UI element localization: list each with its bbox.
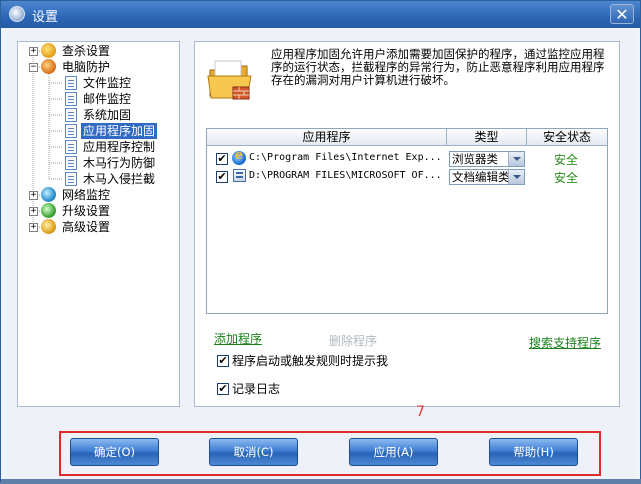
ok-button[interactable]: 确定(O) [70, 438, 159, 466]
internet-explorer-icon [232, 148, 246, 165]
tree-item-file-monitor[interactable]: 文件监控 [18, 75, 178, 91]
app-hardening-panel: 应用程序加固允许用户添加需要加固保护的程序，通过监控应用程序的运行状态，拦截程序… [194, 41, 620, 407]
expand-icon[interactable]: + [29, 47, 38, 56]
app-path: D:\PROGRAM FILES\MICROSOFT OF... [249, 170, 442, 181]
apply-button[interactable]: 应用(A) [349, 438, 438, 466]
type-select-value: 浏览器类 [452, 152, 498, 166]
row-checkbox[interactable]: ✔ [216, 153, 228, 165]
security-status: 安全 [554, 171, 579, 185]
prompt-on-start-label: 程序启动或触发规则时提示我 [232, 354, 389, 368]
prompt-on-start-checkbox[interactable]: ✔ [217, 355, 229, 367]
section-description: 应用程序加固允许用户添加需要加固保护的程序，通过监控应用程序的运行状态，拦截程序… [271, 47, 605, 87]
defense-hand-icon [41, 59, 56, 74]
upgrade-globe-icon [41, 203, 56, 218]
search-supported-programs-link[interactable]: 搜索支持程序 [529, 334, 601, 351]
app-path: C:\Program Files\Internet Exp... [249, 152, 442, 163]
table-row[interactable]: ✔ D:\PROGRAM FILES\MICROSOFT OF... 文档编辑类… [207, 168, 607, 186]
cancel-button[interactable]: 取消(C) [209, 438, 298, 466]
log-checkbox[interactable]: ✔ [217, 383, 229, 395]
document-icon [65, 156, 77, 170]
type-select[interactable]: 文档编辑类 [449, 169, 525, 185]
tree-item-label: 网络监控 [62, 188, 111, 202]
expand-icon[interactable]: + [29, 223, 38, 232]
security-status: 安全 [554, 153, 579, 167]
tree-item-label-selected: 应用程序加固 [81, 123, 158, 139]
tree-item-label: 升级设置 [62, 204, 111, 218]
advanced-gear-icon [41, 219, 56, 234]
tree-item-pc-protection[interactable]: − 电脑防护 [18, 59, 178, 75]
network-globe-icon [41, 187, 56, 202]
folder-shield-icon [207, 60, 252, 100]
expand-icon[interactable]: + [29, 191, 38, 200]
tree-item-scan-settings[interactable]: + 查杀设置 [18, 43, 178, 59]
scan-shield-icon [41, 43, 56, 58]
office-program-icon [233, 169, 246, 182]
column-header-security-status[interactable]: 安全状态 [527, 129, 607, 146]
tree-item-mail-monitor[interactable]: 邮件监控 [18, 91, 178, 107]
type-select[interactable]: 浏览器类 [449, 151, 525, 167]
document-icon [65, 76, 77, 90]
tree-item-advanced-settings[interactable]: + 高级设置 [18, 219, 178, 235]
close-button[interactable]: ✕ [610, 4, 634, 24]
tree-item-system-hardening[interactable]: 系统加固 [18, 107, 178, 123]
annotation-number: 7 [416, 404, 425, 420]
tree-item-app-control[interactable]: 应用程序控制 [18, 139, 178, 155]
tree-item-label: 查杀设置 [62, 44, 111, 58]
tree-item-label: 电脑防护 [62, 60, 111, 74]
tree-item-trojan-behavior[interactable]: 木马行为防御 [18, 155, 178, 171]
tree-item-label: 邮件监控 [83, 92, 132, 106]
column-header-type[interactable]: 类型 [447, 129, 527, 146]
title-bar[interactable]: 设置 ✕ [1, 1, 640, 28]
document-icon [65, 108, 77, 122]
row-checkbox[interactable]: ✔ [216, 171, 228, 183]
tree-item-label: 应用程序控制 [83, 140, 156, 154]
window-title: 设置 [32, 10, 59, 25]
tree-item-upgrade-settings[interactable]: + 升级设置 [18, 203, 178, 219]
app-logo-icon [9, 6, 25, 22]
document-icon [65, 140, 77, 154]
tree-item-label: 文件监控 [83, 76, 132, 90]
tree-item-label: 木马入侵拦截 [83, 172, 156, 186]
tree-item-label: 木马行为防御 [83, 156, 156, 170]
help-button[interactable]: 帮助(H) [489, 438, 578, 466]
window-bottom-edge [1, 479, 641, 484]
settings-window: 设置 ✕ + 查杀设置 − 电脑防护 文件监控 邮件监控 系统加固 应用程序加固… [0, 0, 641, 484]
settings-tree: + 查杀设置 − 电脑防护 文件监控 邮件监控 系统加固 应用程序加固 应用程序… [17, 41, 180, 407]
chevron-down-icon[interactable] [508, 170, 524, 184]
tree-item-label: 系统加固 [83, 108, 132, 122]
document-icon [65, 172, 77, 186]
log-label: 记录日志 [232, 382, 281, 396]
document-icon [65, 92, 77, 106]
collapse-icon[interactable]: − [29, 63, 38, 72]
column-header-application[interactable]: 应用程序 [207, 129, 447, 146]
table-row[interactable]: ✔ C:\Program Files\Internet Exp... 浏览器类 … [207, 148, 607, 168]
document-icon [65, 124, 77, 138]
tree-item-trojan-intrusion[interactable]: 木马入侵拦截 [18, 171, 178, 187]
tree-item-label: 高级设置 [62, 220, 111, 234]
delete-program-link[interactable]: 删除程序 [329, 332, 377, 349]
tree-item-network-monitor[interactable]: + 网络监控 [18, 187, 178, 203]
protected-apps-table: 应用程序 类型 安全状态 ✔ C:\Program Files\Internet… [206, 128, 608, 314]
tree-item-app-hardening[interactable]: 应用程序加固 [18, 123, 178, 139]
type-select-value: 文档编辑类 [452, 170, 510, 184]
chevron-down-icon[interactable] [508, 152, 524, 166]
dialog-client-area: + 查杀设置 − 电脑防护 文件监控 邮件监控 系统加固 应用程序加固 应用程序… [5, 29, 636, 479]
expand-icon[interactable]: + [29, 207, 38, 216]
add-program-link[interactable]: 添加程序 [214, 330, 262, 347]
